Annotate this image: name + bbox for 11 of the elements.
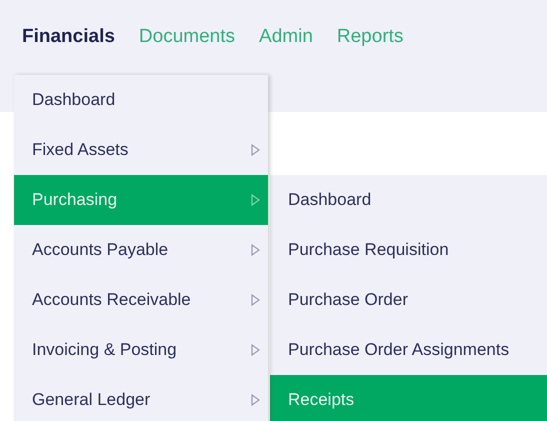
menu-item[interactable]: Invoicing & Posting <box>14 325 268 375</box>
menu-item[interactable]: Fixed Assets <box>14 125 268 175</box>
menu-item[interactable]: Accounts Payable <box>14 225 268 275</box>
menu-item[interactable]: Dashboard <box>14 75 268 125</box>
menu-item[interactable]: General Ledger <box>14 375 268 421</box>
submenu-item[interactable]: Purchase Requisition <box>270 225 547 275</box>
submenu-item[interactable]: Dashboard <box>270 175 547 225</box>
submenu-item[interactable]: Purchase Order Assignments <box>270 325 547 375</box>
nav-tab[interactable]: Financials <box>10 24 127 50</box>
menu-item[interactable]: Accounts Receivable <box>14 275 268 325</box>
submenu-item[interactable]: Purchase Order <box>270 275 547 325</box>
